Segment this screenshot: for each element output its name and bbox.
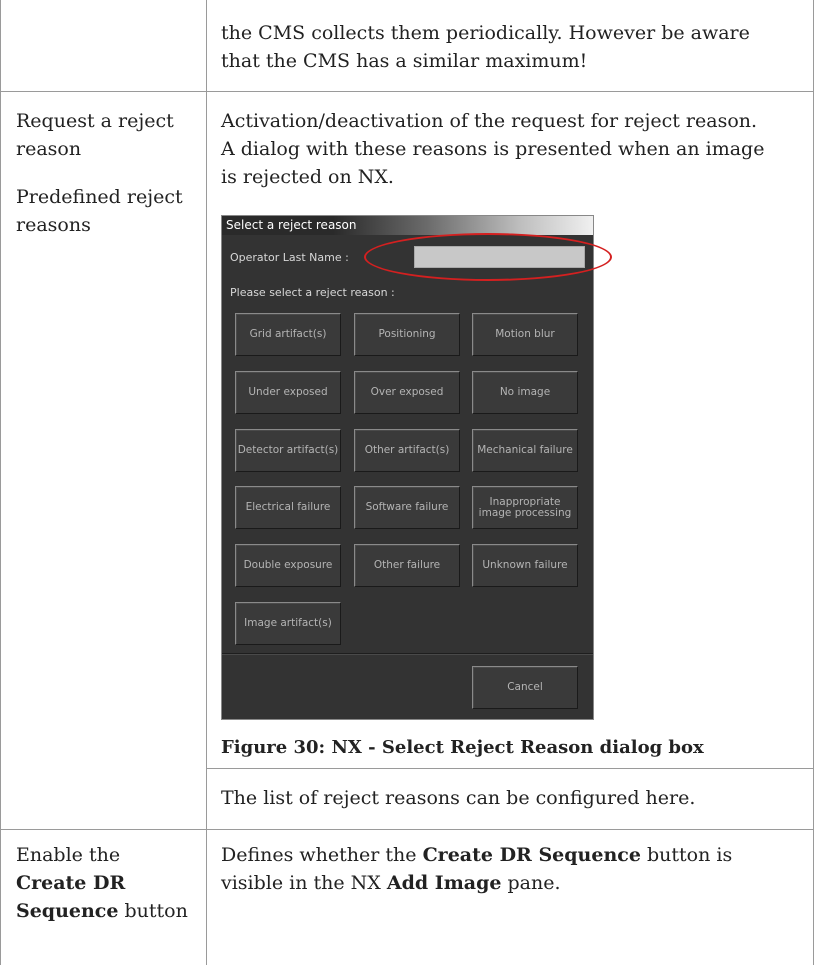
table-border-left [0,0,1,965]
operator-label: Operator Last Name : [230,251,349,264]
reason-button[interactable]: Positioning [354,313,460,356]
dialog-separator [222,654,593,655]
setting-name: Predefined reject [16,186,183,208]
description-line: Defines whether the Create DR Sequence b… [221,844,733,866]
select-prompt: Please select a reject reason : [230,286,395,299]
reason-button[interactable]: Software failure [354,486,460,529]
reason-button[interactable]: Grid artifact(s) [235,313,341,356]
row-divider [0,91,814,92]
reason-button[interactable]: Under exposed [235,371,341,414]
description-line: visible in the NX Add Image pane. [221,872,561,894]
setting-name: Request a reject [16,110,174,132]
description-line: Activation/deactivation of the request f… [221,110,758,132]
reason-button[interactable]: Over exposed [354,371,460,414]
setting-name: reasons [16,214,91,236]
setting-name: Create DR [16,872,126,894]
reason-button[interactable]: Electrical failure [235,486,341,529]
reason-button[interactable]: Mechanical failure [472,429,578,472]
reason-button[interactable]: Other artifact(s) [354,429,460,472]
description-line: A dialog with these reasons is presented… [221,138,765,160]
dialog-title: Select a reject reason [222,216,593,235]
table-column-divider [206,0,207,965]
highlight-ellipse [364,233,612,281]
setting-name: Enable the [16,844,121,866]
reason-button[interactable]: No image [472,371,578,414]
description-line: is rejected on NX. [221,166,394,188]
reason-button[interactable]: Motion blur [472,313,578,356]
reject-reason-dialog: Select a reject reason Operator Last Nam… [221,215,612,720]
setting-name: reason [16,138,82,160]
description-note: The list of reject reasons can be config… [221,787,696,809]
reason-button[interactable]: Unknown failure [472,544,578,587]
reason-button[interactable]: Double exposure [235,544,341,587]
row0-description-line: that the CMS has a similar maximum! [221,50,588,72]
setting-name: Sequence button [16,900,188,922]
reason-button[interactable]: Detector artifact(s) [235,429,341,472]
row0-description-line: the CMS collects them periodically. Howe… [221,22,750,44]
reason-button[interactable]: Other failure [354,544,460,587]
reason-button[interactable]: Inappropriate image processing [472,486,578,529]
cancel-button[interactable]: Cancel [472,666,578,709]
row-divider [0,829,814,830]
figure-caption: Figure 30: NX - Select Reject Reason dia… [221,737,704,758]
cell-divider [207,768,814,769]
reason-button[interactable]: Image artifact(s) [235,602,341,645]
